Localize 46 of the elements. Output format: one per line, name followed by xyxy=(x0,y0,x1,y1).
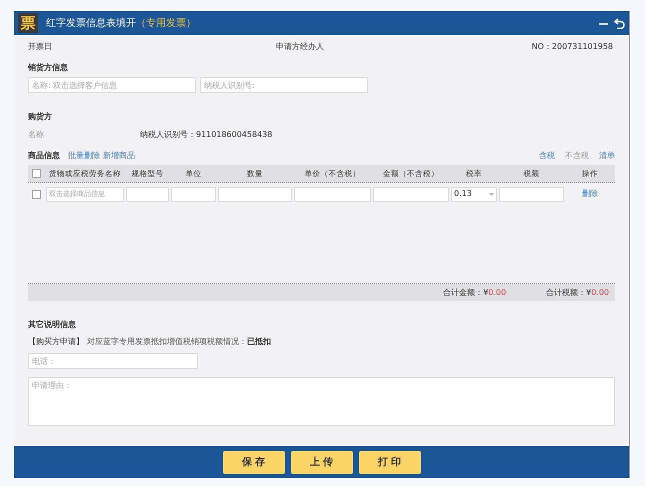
phone-field[interactable]: 电话： xyxy=(28,353,198,369)
back-arrow-icon[interactable] xyxy=(614,18,625,28)
mode-link[interactable]: 清单 xyxy=(599,150,615,162)
section-heading: 购货方 xyxy=(28,111,53,123)
question-text: 对应蓝字专用发票抵扣增值税销项税额情况： xyxy=(87,336,247,348)
total-label: 合计税额： xyxy=(546,286,586,298)
applicant-label: 【购买方申请】 xyxy=(28,336,84,348)
action-link[interactable]: 批量删除 xyxy=(68,150,100,162)
currency-sign: ¥ xyxy=(586,286,592,298)
caret-icon xyxy=(489,192,494,196)
currency-sign: ¥ xyxy=(483,286,488,298)
section-heading: 销货方信息 xyxy=(28,62,69,74)
mode-link[interactable]: 含税 xyxy=(539,150,555,162)
app-logo: 票 xyxy=(18,13,38,33)
input-field[interactable] xyxy=(373,186,449,202)
action-link[interactable]: 新增商品 xyxy=(103,150,135,162)
input-field[interactable] xyxy=(294,186,371,202)
field-label: 名称 xyxy=(28,129,45,141)
section-heading: 商品信息 xyxy=(28,150,60,162)
rate-select[interactable]: 0.13 xyxy=(451,186,497,202)
total-amount: 0.00 xyxy=(591,286,609,298)
checkbox[interactable] xyxy=(32,190,41,198)
field-label: 开票日 xyxy=(28,41,53,53)
invoice-number: NO：200731101958 xyxy=(532,41,614,53)
action-button[interactable]: 上 传 xyxy=(290,450,352,474)
input-field[interactable]: 名称: 双击选择客户信息 xyxy=(28,77,196,93)
total-amount: 0.00 xyxy=(488,286,506,298)
input-field[interactable] xyxy=(218,186,292,202)
input-field[interactable] xyxy=(126,186,169,202)
action-button[interactable]: 打 印 xyxy=(358,450,420,474)
window-subtitle: （专用发票） xyxy=(136,16,196,30)
checkbox[interactable] xyxy=(32,169,41,178)
input-field[interactable]: 纳税人识别号: xyxy=(200,77,368,93)
action-button[interactable]: 保 存 xyxy=(222,450,284,474)
answer-text: 已抵扣 xyxy=(247,336,271,348)
window-title: 红字发票信息表填开 xyxy=(46,16,136,30)
total-label: 合计金额： xyxy=(443,286,484,298)
tax-id-text: 纳税人识别号：911018600458438 xyxy=(140,129,272,141)
select-value: 0.13 xyxy=(454,188,472,200)
reason-field[interactable]: 申请理由： xyxy=(28,377,615,426)
field-label: 申请方经办人 xyxy=(276,41,325,53)
input-field[interactable] xyxy=(171,186,216,202)
section-heading: 其它说明信息 xyxy=(28,319,77,331)
mode-link: 不含税 xyxy=(565,150,589,162)
input-field[interactable] xyxy=(499,186,564,202)
delete-link[interactable]: 删除 xyxy=(582,188,598,200)
